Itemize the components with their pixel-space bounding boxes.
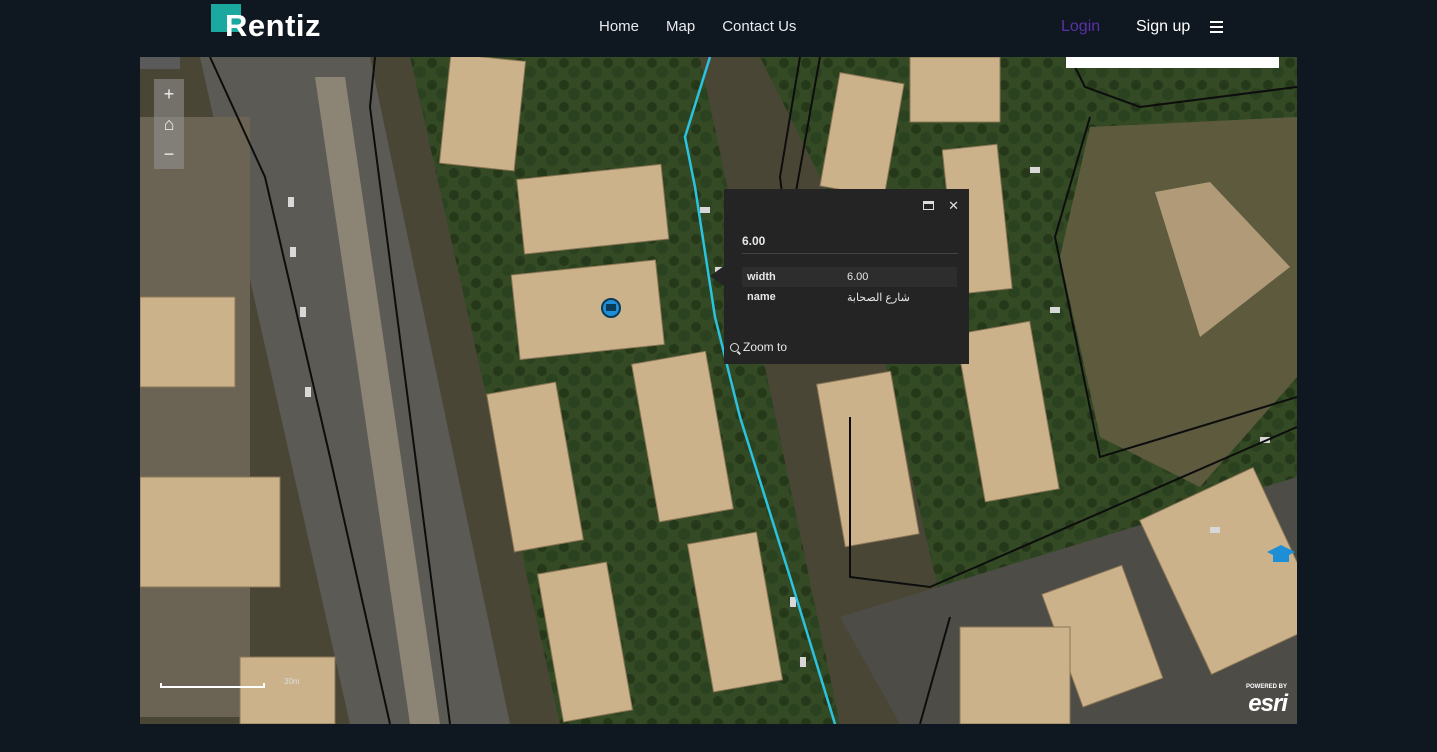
site-header: Rentiz Home Map Contact Us Login Sign up (0, 0, 1437, 56)
zoom-in-button[interactable]: + (154, 79, 184, 109)
esri-logo: esri (1248, 690, 1288, 717)
popup-divider (742, 253, 958, 254)
signup-link[interactable]: Sign up (1136, 18, 1190, 36)
logo-text: Rentiz (225, 8, 321, 43)
nav-home[interactable]: Home (599, 18, 639, 35)
close-icon[interactable]: ✕ (948, 198, 959, 214)
attribute-key: width (747, 271, 776, 283)
magnifier-icon (730, 342, 739, 352)
scale-bar-line (160, 683, 265, 688)
zoom-out-button[interactable]: − (154, 139, 184, 169)
nav-contact-us[interactable]: Contact Us (722, 18, 796, 35)
scale-label: 30m (284, 677, 300, 686)
map-view[interactable]: + ⌂ − 30m POWERED BY esri (140, 57, 1297, 724)
popup-title: 6.00 (742, 234, 766, 248)
esri-attribution: POWERED BY esri (1246, 684, 1288, 718)
popup-attribute-table: width 6.00 name شارع الصحابة (742, 267, 957, 307)
satellite-imagery (140, 57, 1297, 724)
attribute-row: name شارع الصحابة (742, 287, 957, 307)
hamburger-menu-icon[interactable] (1210, 21, 1223, 33)
attribute-row: width 6.00 (742, 267, 957, 287)
nav-map[interactable]: Map (666, 18, 695, 35)
popup-toolbar: ✕ (923, 198, 959, 214)
attribute-key: name (747, 291, 776, 303)
main-nav: Home Map Contact Us (599, 18, 796, 35)
map-top-tab[interactable] (140, 57, 180, 69)
popup-pointer (710, 266, 724, 286)
zoom-to-label: Zoom to (743, 340, 788, 354)
map-zoom-controls: + ⌂ − (154, 79, 184, 169)
login-link[interactable]: Login (1061, 18, 1100, 36)
home-button[interactable]: ⌂ (154, 109, 184, 139)
map-search-bar[interactable] (1066, 57, 1279, 68)
scale-bar: 30m (160, 677, 300, 688)
attribute-value: 6.00 (847, 271, 869, 283)
maximize-icon[interactable] (923, 201, 935, 210)
feature-popup: ✕ 6.00 width 6.00 name شارع الصحابة Zoom… (724, 189, 969, 364)
attribute-value: شارع الصحابة (847, 291, 910, 304)
zoom-to-button[interactable]: Zoom to (730, 340, 787, 354)
